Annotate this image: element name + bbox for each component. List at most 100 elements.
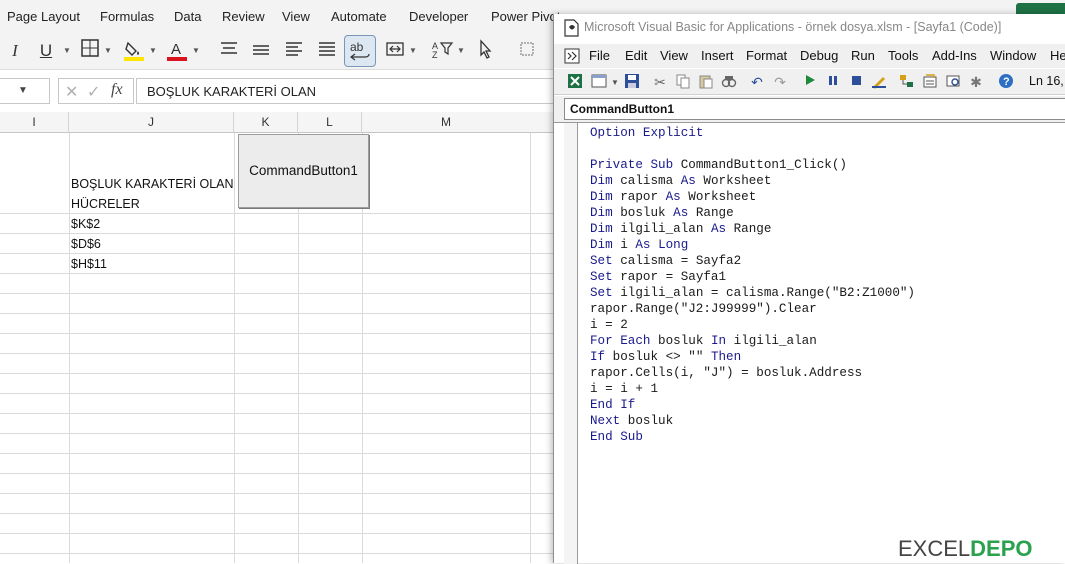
- menu-help[interactable]: Help: [1050, 48, 1065, 63]
- code-line[interactable]: For Each bosluk In ilgili_alan: [590, 334, 817, 348]
- redo-icon[interactable]: ↷: [771, 73, 789, 91]
- code-line[interactable]: Dim bosluk As Range: [590, 206, 734, 220]
- object-browser-icon[interactable]: [944, 73, 962, 91]
- italic-icon[interactable]: I: [8, 39, 22, 63]
- copy-icon[interactable]: [674, 73, 692, 91]
- code-line[interactable]: Next bosluk: [590, 414, 673, 428]
- code-line[interactable]: Set ilgili_alan = calisma.Range("B2:Z100…: [590, 286, 915, 300]
- underline-icon[interactable]: U: [38, 39, 54, 63]
- merge-center-icon[interactable]: [384, 39, 406, 63]
- menu-window[interactable]: Window: [990, 48, 1036, 63]
- tab-page-layout[interactable]: Page Layout: [7, 9, 80, 24]
- find-icon[interactable]: [720, 73, 738, 91]
- column-header-i[interactable]: I: [0, 112, 69, 133]
- menu-add-ins[interactable]: Add-Ins: [932, 48, 977, 63]
- view-excel-icon[interactable]: [566, 73, 584, 91]
- chevron-down-icon[interactable]: ▼: [63, 46, 71, 55]
- save-icon[interactable]: [623, 73, 641, 91]
- cell-j3[interactable]: $D$6: [71, 237, 101, 251]
- chevron-down-icon[interactable]: ▼: [611, 78, 619, 87]
- code-line[interactable]: Dim ilgili_alan As Range: [590, 222, 771, 236]
- code-line[interactable]: rapor.Range("J2:J99999").Clear: [590, 302, 817, 316]
- chevron-down-icon[interactable]: ▼: [192, 46, 200, 55]
- tab-data[interactable]: Data: [174, 9, 201, 24]
- menu-run[interactable]: Run: [851, 48, 875, 63]
- menu-tools[interactable]: Tools: [888, 48, 918, 63]
- chevron-down-icon[interactable]: ▼: [409, 46, 417, 55]
- paste-icon[interactable]: [697, 73, 715, 91]
- align-middle-icon[interactable]: [250, 39, 272, 63]
- tab-formulas[interactable]: Formulas: [100, 9, 154, 24]
- code-line[interactable]: Option Explicit: [590, 126, 703, 140]
- cell-j1-line1[interactable]: BOŞLUK KARAKTERİ OLAN: [71, 177, 234, 191]
- toolbox-icon[interactable]: ✱: [967, 73, 985, 91]
- column-header-m[interactable]: M: [362, 112, 530, 133]
- vba-editor-window: Microsoft Visual Basic for Applications …: [553, 14, 1065, 564]
- help-icon[interactable]: ?: [997, 73, 1015, 91]
- name-box[interactable]: ▼: [0, 78, 50, 104]
- sort-filter-icon[interactable]: AZ: [432, 39, 454, 63]
- design-mode-icon[interactable]: [870, 73, 888, 91]
- menu-view[interactable]: View: [660, 48, 688, 63]
- fill-color-icon[interactable]: [123, 39, 145, 63]
- code-line[interactable]: Set rapor = Sayfa1: [590, 270, 726, 284]
- tab-automate[interactable]: Automate: [331, 9, 387, 24]
- chevron-down-icon[interactable]: ▼: [457, 46, 465, 55]
- menu-debug[interactable]: Debug: [800, 48, 838, 63]
- stop-icon[interactable]: [847, 73, 865, 91]
- wrap-text-button[interactable]: ab: [344, 35, 376, 67]
- code-line[interactable]: Set calisma = Sayfa2: [590, 254, 741, 268]
- align-justify-icon[interactable]: [316, 39, 338, 63]
- run-icon[interactable]: [801, 73, 819, 91]
- code-line[interactable]: End If: [590, 398, 635, 412]
- code-line[interactable]: rapor.Cells(i, "J") = bosluk.Address: [590, 366, 862, 380]
- column-header-k[interactable]: K: [234, 112, 298, 133]
- pause-icon[interactable]: [824, 73, 842, 91]
- borders-icon[interactable]: [80, 39, 100, 63]
- chevron-down-icon[interactable]: ▼: [18, 85, 28, 96]
- chevron-down-icon[interactable]: ▼: [149, 46, 157, 55]
- menu-edit[interactable]: Edit: [625, 48, 647, 63]
- cursor-select-icon[interactable]: [475, 39, 497, 63]
- code-line[interactable]: i = i + 1: [590, 382, 658, 396]
- tab-review[interactable]: Review: [222, 9, 265, 24]
- code-line[interactable]: Dim i As Long: [590, 238, 688, 252]
- check-icon[interactable]: ✓: [87, 82, 100, 102]
- align-left-icon[interactable]: [283, 39, 305, 63]
- code-line[interactable]: i = 2: [590, 318, 628, 332]
- watermark-part1: EXCEL: [898, 536, 971, 561]
- column-header-j[interactable]: J: [69, 112, 234, 133]
- code-line[interactable]: Dim calisma As Worksheet: [590, 174, 771, 188]
- cell-j4[interactable]: $H$11: [71, 257, 107, 271]
- code-line[interactable]: Private Sub CommandButton1_Click(): [590, 158, 847, 172]
- project-explorer-icon[interactable]: [898, 73, 916, 91]
- font-color-icon[interactable]: A: [166, 39, 188, 63]
- tab-view[interactable]: View: [282, 9, 310, 24]
- undo-icon[interactable]: ↶: [748, 73, 766, 91]
- object-dropdown[interactable]: CommandButton1: [564, 98, 1065, 120]
- tab-developer[interactable]: Developer: [409, 9, 468, 24]
- column-header-l[interactable]: L: [298, 112, 362, 133]
- chevron-down-icon[interactable]: ▼: [104, 46, 112, 55]
- grid-line: [0, 253, 556, 254]
- command-button[interactable]: CommandButton1: [238, 134, 369, 208]
- cut-icon[interactable]: ✂: [651, 73, 669, 91]
- menu-insert[interactable]: Insert: [701, 48, 734, 63]
- menu-format[interactable]: Format: [746, 48, 787, 63]
- code-line[interactable]: Dim rapor As Worksheet: [590, 190, 756, 204]
- fx-icon[interactable]: fx: [111, 81, 123, 99]
- spreadsheet-grid[interactable]: I J K L M BOŞLUK KARAKTERİ OLAN HÜCRELER…: [0, 112, 556, 563]
- cell-j2[interactable]: $K$2: [71, 217, 100, 231]
- cancel-icon[interactable]: ✕: [65, 82, 78, 102]
- tab-power-pivot[interactable]: Power Pivot: [491, 9, 560, 24]
- code-line[interactable]: If bosluk <> "" Then: [590, 350, 741, 364]
- code-editor[interactable]: Option Explicit Private Sub CommandButton…: [554, 122, 1065, 564]
- align-top-icon[interactable]: [218, 39, 240, 63]
- vba-doc-icon[interactable]: [564, 48, 580, 69]
- cell-j1-line2[interactable]: HÜCRELER: [71, 197, 140, 211]
- code-line[interactable]: End Sub: [590, 430, 643, 444]
- design-mode-icon[interactable]: [516, 39, 538, 63]
- properties-icon[interactable]: [921, 73, 939, 91]
- menu-file[interactable]: File: [589, 48, 610, 63]
- insert-module-icon[interactable]: [590, 73, 608, 91]
